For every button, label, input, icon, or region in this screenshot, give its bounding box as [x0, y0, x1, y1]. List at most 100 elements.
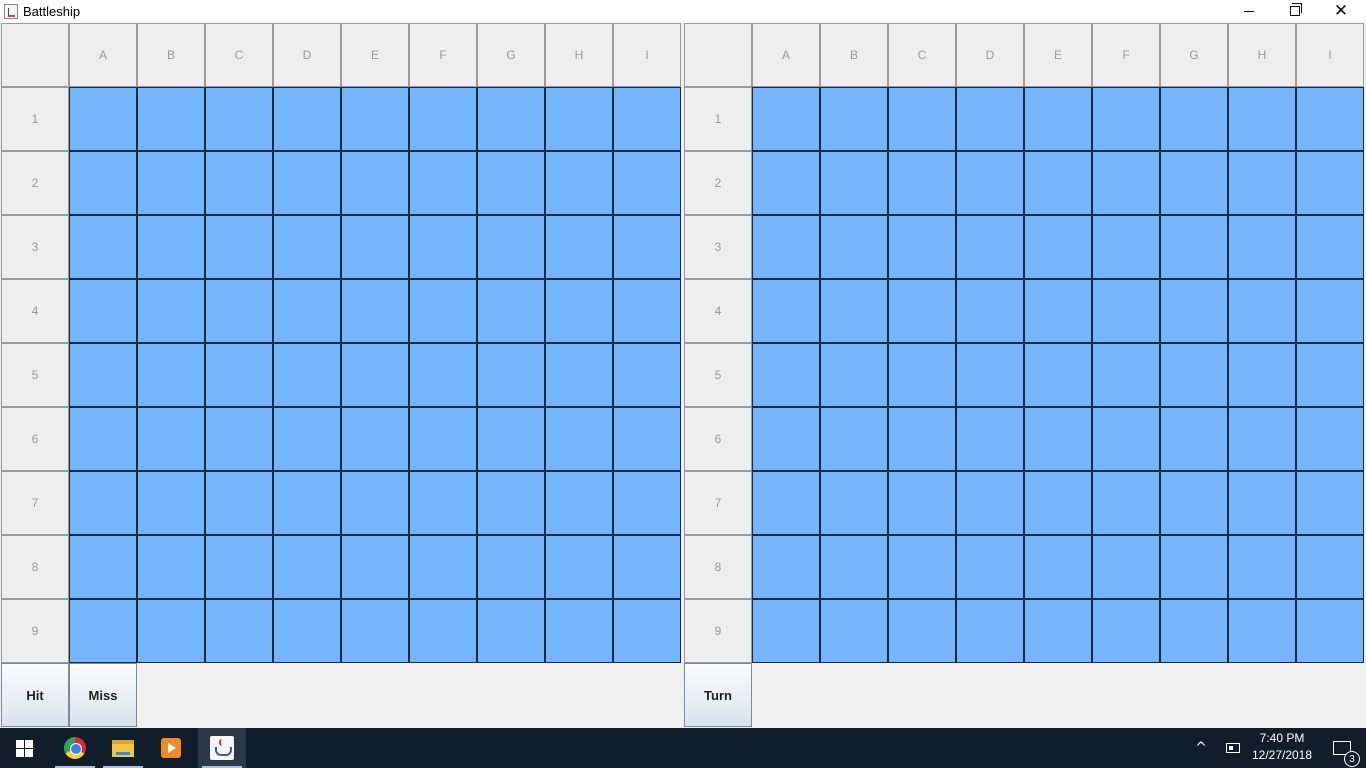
player-board-grid-cell-g1[interactable] — [477, 87, 545, 151]
opponent-board-grid-cell-c6[interactable] — [888, 407, 956, 471]
opponent-board-grid-cell-d8[interactable] — [956, 535, 1024, 599]
minimize-button[interactable] — [1226, 0, 1272, 22]
player-board-grid-cell-e8[interactable] — [341, 535, 409, 599]
opponent-board-grid-cell-i3[interactable] — [1296, 215, 1364, 279]
player-board-grid-cell-i9[interactable] — [613, 599, 681, 663]
player-board-grid-cell-d6[interactable] — [273, 407, 341, 471]
opponent-board-grid-cell-h7[interactable] — [1228, 471, 1296, 535]
opponent-board-grid-cell-e1[interactable] — [1024, 87, 1092, 151]
player-board-grid-cell-e1[interactable] — [341, 87, 409, 151]
player-board-grid-cell-e9[interactable] — [341, 599, 409, 663]
opponent-board-grid-cell-e8[interactable] — [1024, 535, 1092, 599]
opponent-board-grid-cell-i5[interactable] — [1296, 343, 1364, 407]
player-board-grid-cell-g4[interactable] — [477, 279, 545, 343]
opponent-board-grid-cell-d1[interactable] — [956, 87, 1024, 151]
close-button[interactable]: ✕ — [1318, 0, 1364, 22]
player-board-grid-cell-g9[interactable] — [477, 599, 545, 663]
player-board-grid-cell-h5[interactable] — [545, 343, 613, 407]
turn-button[interactable]: Turn — [684, 663, 752, 727]
player-board-grid-cell-e3[interactable] — [341, 215, 409, 279]
player-board-grid-cell-b2[interactable] — [137, 151, 205, 215]
player-board-grid-cell-d2[interactable] — [273, 151, 341, 215]
opponent-board-grid-cell-a9[interactable] — [752, 599, 820, 663]
opponent-board-grid-cell-f9[interactable] — [1092, 599, 1160, 663]
opponent-board-grid-cell-f3[interactable] — [1092, 215, 1160, 279]
player-board-grid-cell-b3[interactable] — [137, 215, 205, 279]
opponent-board-grid-cell-a3[interactable] — [752, 215, 820, 279]
opponent-board-grid-cell-h6[interactable] — [1228, 407, 1296, 471]
player-board-grid-cell-d7[interactable] — [273, 471, 341, 535]
opponent-board-grid-cell-c3[interactable] — [888, 215, 956, 279]
player-board-grid-cell-c5[interactable] — [205, 343, 273, 407]
player-board-grid-cell-b1[interactable] — [137, 87, 205, 151]
player-board-grid-cell-b5[interactable] — [137, 343, 205, 407]
player-board-grid-cell-b8[interactable] — [137, 535, 205, 599]
opponent-board-grid-cell-a5[interactable] — [752, 343, 820, 407]
player-board-grid-cell-g8[interactable] — [477, 535, 545, 599]
opponent-board-grid-cell-f4[interactable] — [1092, 279, 1160, 343]
opponent-board-grid-cell-i6[interactable] — [1296, 407, 1364, 471]
opponent-board-grid-cell-c9[interactable] — [888, 599, 956, 663]
player-board-grid-cell-i4[interactable] — [613, 279, 681, 343]
opponent-board-grid-cell-e6[interactable] — [1024, 407, 1092, 471]
player-board-grid-cell-b7[interactable] — [137, 471, 205, 535]
opponent-board-grid-cell-d7[interactable] — [956, 471, 1024, 535]
opponent-board-grid-cell-g5[interactable] — [1160, 343, 1228, 407]
player-board-grid-cell-a6[interactable] — [69, 407, 137, 471]
opponent-board-grid-cell-d4[interactable] — [956, 279, 1024, 343]
player-board-grid-cell-f7[interactable] — [409, 471, 477, 535]
opponent-board-grid-cell-a8[interactable] — [752, 535, 820, 599]
opponent-board-grid-cell-i9[interactable] — [1296, 599, 1364, 663]
player-board-grid-cell-a7[interactable] — [69, 471, 137, 535]
player-board-grid-cell-h8[interactable] — [545, 535, 613, 599]
opponent-board-grid-cell-b3[interactable] — [820, 215, 888, 279]
opponent-board-grid-cell-i8[interactable] — [1296, 535, 1364, 599]
java-taskbar-button[interactable] — [198, 728, 246, 768]
player-board-grid-cell-h2[interactable] — [545, 151, 613, 215]
opponent-board-grid-cell-h9[interactable] — [1228, 599, 1296, 663]
player-board-grid-cell-c8[interactable] — [205, 535, 273, 599]
player-board-grid-cell-i6[interactable] — [613, 407, 681, 471]
player-board-grid-cell-a5[interactable] — [69, 343, 137, 407]
start-button[interactable] — [0, 728, 48, 768]
player-board-grid-cell-a4[interactable] — [69, 279, 137, 343]
player-board-grid-cell-d8[interactable] — [273, 535, 341, 599]
opponent-board-grid-cell-g1[interactable] — [1160, 87, 1228, 151]
opponent-board-grid-cell-i2[interactable] — [1296, 151, 1364, 215]
opponent-board-grid-cell-e7[interactable] — [1024, 471, 1092, 535]
opponent-board-grid-cell-g7[interactable] — [1160, 471, 1228, 535]
opponent-board-grid-cell-e4[interactable] — [1024, 279, 1092, 343]
opponent-board-grid-cell-d5[interactable] — [956, 343, 1024, 407]
opponent-board-grid-cell-e9[interactable] — [1024, 599, 1092, 663]
show-hidden-icons-button[interactable]: ^ — [1190, 728, 1212, 768]
opponent-board-grid-cell-h1[interactable] — [1228, 87, 1296, 151]
player-board-grid-cell-g3[interactable] — [477, 215, 545, 279]
opponent-board-grid-cell-h4[interactable] — [1228, 279, 1296, 343]
player-board-grid-cell-a2[interactable] — [69, 151, 137, 215]
opponent-board-grid-cell-h3[interactable] — [1228, 215, 1296, 279]
opponent-board-grid-cell-f1[interactable] — [1092, 87, 1160, 151]
opponent-board-grid-cell-h5[interactable] — [1228, 343, 1296, 407]
player-board-grid-cell-d3[interactable] — [273, 215, 341, 279]
player-board-grid-cell-e7[interactable] — [341, 471, 409, 535]
player-board-grid-cell-h3[interactable] — [545, 215, 613, 279]
player-board-grid-cell-f6[interactable] — [409, 407, 477, 471]
player-board-grid-cell-c1[interactable] — [205, 87, 273, 151]
opponent-board-grid-cell-i7[interactable] — [1296, 471, 1364, 535]
player-board-grid-cell-h4[interactable] — [545, 279, 613, 343]
player-board-grid-cell-c4[interactable] — [205, 279, 273, 343]
player-board-grid-cell-d4[interactable] — [273, 279, 341, 343]
opponent-board-grid-cell-a7[interactable] — [752, 471, 820, 535]
opponent-board-grid-cell-i1[interactable] — [1296, 87, 1364, 151]
player-board-grid-cell-g7[interactable] — [477, 471, 545, 535]
restore-button[interactable] — [1272, 0, 1318, 22]
player-board-grid-cell-d1[interactable] — [273, 87, 341, 151]
player-board-grid-cell-i2[interactable] — [613, 151, 681, 215]
player-board-grid-cell-a9[interactable] — [69, 599, 137, 663]
opponent-board-grid-cell-g2[interactable] — [1160, 151, 1228, 215]
opponent-board-grid-cell-b6[interactable] — [820, 407, 888, 471]
player-board-grid-cell-f8[interactable] — [409, 535, 477, 599]
opponent-board-grid-cell-f5[interactable] — [1092, 343, 1160, 407]
player-board-grid-cell-e4[interactable] — [341, 279, 409, 343]
opponent-board-grid-cell-h8[interactable] — [1228, 535, 1296, 599]
